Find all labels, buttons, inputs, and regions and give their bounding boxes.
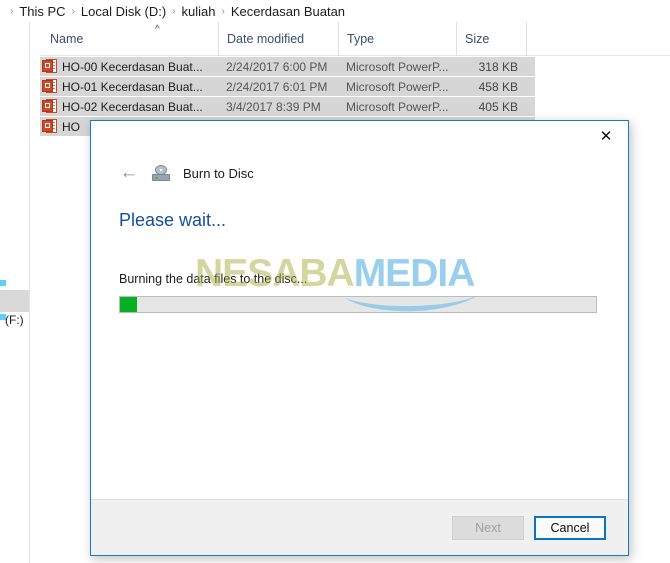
dialog-titlebar: ✕ xyxy=(91,121,628,154)
powerpoint-file-icon xyxy=(42,99,57,114)
column-header-date-modified[interactable]: Date modified xyxy=(218,21,338,56)
nav-item-drive-f[interactable]: (F:) xyxy=(5,313,24,327)
powerpoint-file-icon xyxy=(42,59,57,74)
dialog-footer: Next Cancel xyxy=(91,499,628,555)
column-header-type[interactable]: Type xyxy=(338,21,456,56)
nav-tree-marker xyxy=(0,280,6,286)
table-row[interactable]: HO-02 Kecerdasan Buat... 3/4/2017 8:39 P… xyxy=(40,97,535,117)
next-button[interactable]: Next xyxy=(452,515,524,540)
file-name-label: HO-01 Kecerdasan Buat... xyxy=(62,79,203,94)
file-date-cell: 3/4/2017 8:39 PM xyxy=(226,99,321,114)
file-name-cell[interactable]: HO-02 Kecerdasan Buat... xyxy=(40,99,218,114)
progress-bar-fill xyxy=(120,297,138,312)
burn-disc-icon xyxy=(152,165,170,181)
file-name-label: HO-00 Kecerdasan Buat... xyxy=(62,59,203,74)
breadcrumb-separator-icon: › xyxy=(221,5,225,17)
breadcrumb-item-this-pc[interactable]: This PC xyxy=(19,4,65,19)
cancel-button[interactable]: Cancel xyxy=(534,515,606,540)
file-size-cell: 458 KB xyxy=(478,79,518,94)
column-header-type-label: Type xyxy=(347,31,375,46)
file-size-cell: 318 KB xyxy=(478,59,518,74)
file-name-cell[interactable]: HO-00 Kecerdasan Buat... xyxy=(40,59,218,74)
file-date-cell: 2/24/2017 6:00 PM xyxy=(226,59,328,74)
file-type-cell: Microsoft PowerP... xyxy=(346,79,449,94)
file-name-label: HO xyxy=(62,119,80,134)
powerpoint-file-icon xyxy=(42,119,57,134)
progress-status-text: Burning the data files to the disc... xyxy=(119,272,308,286)
nav-selected-item[interactable] xyxy=(0,290,29,312)
screenshot-root: › This PC › Local Disk (D:) › kuliah › K… xyxy=(0,0,670,563)
dialog-header-row: ← Burn to Disc xyxy=(119,162,600,184)
column-header-size-label: Size xyxy=(465,31,490,46)
dialog-body: ← Burn to Disc Please wait... Burning th… xyxy=(91,154,628,499)
column-header-spacer xyxy=(526,21,536,56)
breadcrumb-separator-icon: › xyxy=(172,5,176,17)
table-row[interactable]: HO-01 Kecerdasan Buat... 2/24/2017 6:01 … xyxy=(40,77,535,97)
dialog-title: Burn to Disc xyxy=(183,165,254,181)
table-row[interactable]: HO-00 Kecerdasan Buat... 2/24/2017 6:00 … xyxy=(40,57,535,77)
burn-to-disc-dialog: ✕ ← Burn to Disc Please wait... Burning … xyxy=(90,120,629,556)
file-date-cell: 2/24/2017 6:01 PM xyxy=(226,79,328,94)
column-header-date-label: Date modified xyxy=(227,31,305,46)
file-name-label: HO-02 Kecerdasan Buat... xyxy=(62,99,203,114)
close-icon[interactable]: ✕ xyxy=(584,121,628,151)
column-header-size[interactable]: Size xyxy=(456,21,526,56)
breadcrumb-separator-icon: › xyxy=(71,5,75,17)
column-header-name-label: Name xyxy=(50,31,84,46)
sort-ascending-icon: ^ xyxy=(155,23,160,35)
navigation-pane[interactable]: (F:) xyxy=(0,22,30,563)
breadcrumb-item-local-disk[interactable]: Local Disk (D:) xyxy=(81,4,166,19)
page-title: Please wait... xyxy=(119,210,227,230)
breadcrumb-item-kuliah[interactable]: kuliah xyxy=(182,4,216,19)
file-type-cell: Microsoft PowerP... xyxy=(346,99,449,114)
breadcrumb-item-kecerdasan-buatan[interactable]: Kecerdasan Buatan xyxy=(231,4,345,19)
column-header-row: Name ^ Date modified Type Size xyxy=(40,21,670,56)
breadcrumb[interactable]: › This PC › Local Disk (D:) › kuliah › K… xyxy=(0,0,670,22)
breadcrumb-separator-icon: › xyxy=(10,5,14,17)
file-name-cell[interactable]: HO-01 Kecerdasan Buat... xyxy=(40,79,218,94)
file-size-cell: 405 KB xyxy=(478,99,518,114)
back-arrow-icon[interactable]: ← xyxy=(119,163,139,183)
progress-bar xyxy=(119,296,597,313)
powerpoint-file-icon xyxy=(42,79,57,94)
column-header-name[interactable]: Name ^ xyxy=(40,22,218,56)
file-type-cell: Microsoft PowerP... xyxy=(346,59,449,74)
